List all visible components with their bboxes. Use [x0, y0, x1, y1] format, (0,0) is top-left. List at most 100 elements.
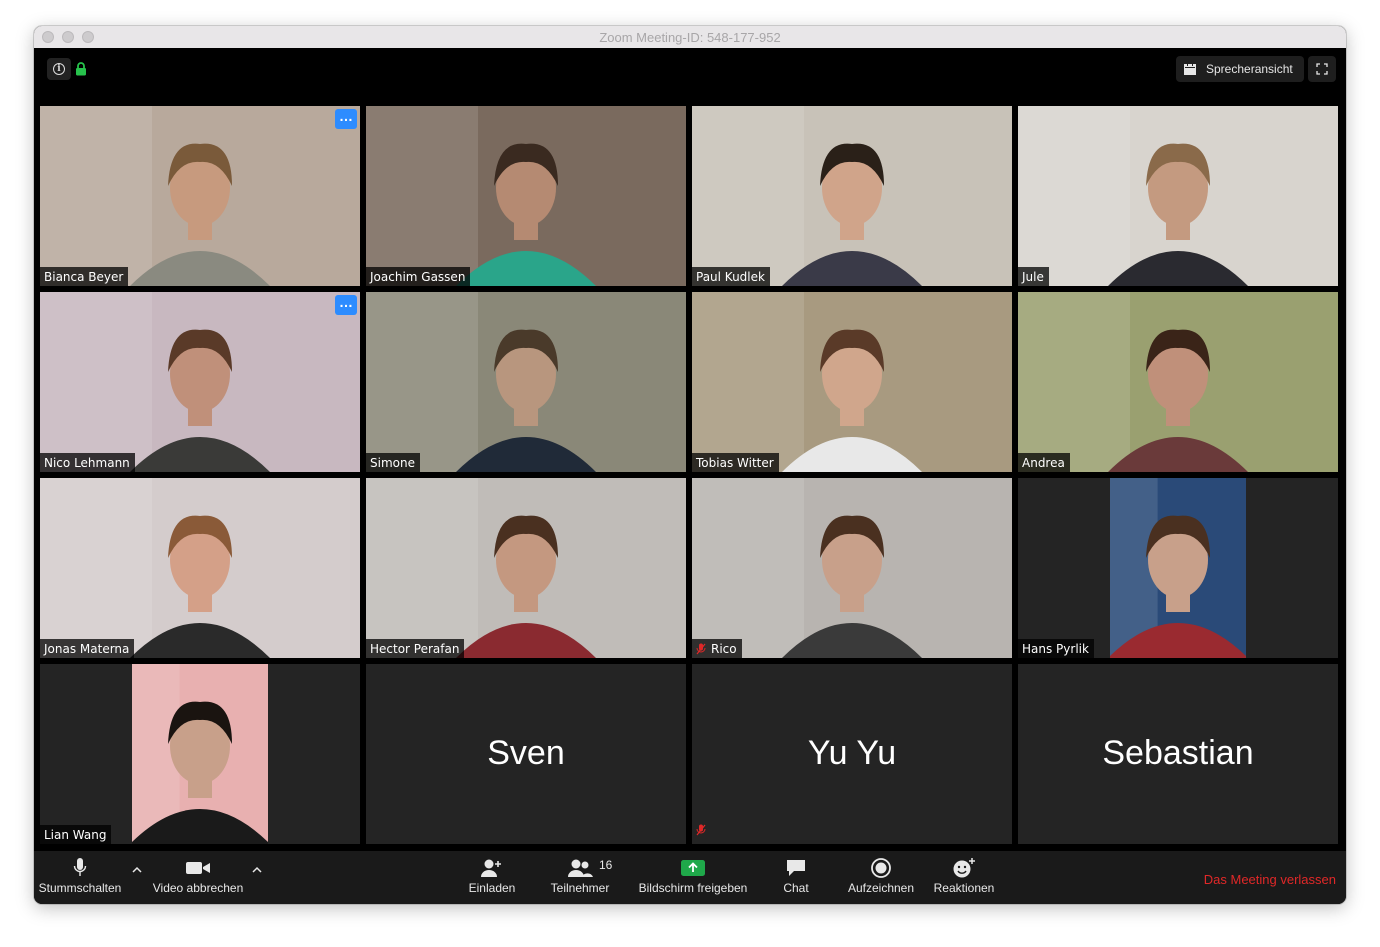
- participant-tile[interactable]: Simone: [366, 292, 686, 472]
- meeting-toolbar: Stummschalten Video abbrechen Einladen T…: [34, 851, 1346, 904]
- participants-count: 16: [599, 858, 613, 872]
- zoom-window: Zoom Meeting-ID: 548-177-952 i Sprechera…: [34, 26, 1346, 904]
- title-bar: Zoom Meeting-ID: 548-177-952: [34, 26, 1346, 49]
- participant-tile[interactable]: Rico: [692, 478, 1012, 658]
- record-button[interactable]: Aufzeichnen: [844, 855, 918, 895]
- chat-label: Chat: [783, 881, 809, 895]
- participant-name: Nico Lehmann: [44, 456, 130, 470]
- video-camera-icon: [186, 862, 210, 874]
- participant-name-label: Hector Perafan: [366, 639, 465, 658]
- share-screen-button[interactable]: Bildschirm freigeben: [634, 855, 752, 895]
- muted-microphone-icon: [696, 823, 706, 841]
- meeting-topbar: i Sprecheransicht: [34, 48, 1346, 106]
- stop-video-label: Video abbrechen: [152, 881, 244, 895]
- participant-tile[interactable]: Joachim Gassen: [366, 106, 686, 286]
- participant-name-label: Andrea: [1018, 453, 1070, 472]
- participant-name: Joachim Gassen: [370, 270, 466, 284]
- smiley-add-icon: [953, 858, 975, 878]
- participant-name: Lian Wang: [44, 828, 107, 842]
- participant-tile[interactable]: Andrea: [1018, 292, 1338, 472]
- participant-name-label: Lian Wang: [40, 825, 112, 844]
- leave-meeting-button[interactable]: Das Meeting verlassen: [1204, 872, 1336, 887]
- participant-tile[interactable]: Hans Pyrlik: [1018, 478, 1338, 658]
- participant-name: Rico: [711, 642, 737, 656]
- participant-display-name: Sebastian: [1102, 734, 1254, 772]
- participant-tile[interactable]: Yu Yu: [692, 664, 1012, 844]
- participant-video: [130, 664, 270, 844]
- participant-video: [692, 478, 1012, 658]
- participants-label: Teilnehmer: [550, 881, 610, 895]
- record-icon: [871, 858, 891, 878]
- participant-name-label: Bianca Beyer: [40, 267, 129, 286]
- grid-view-icon: [1184, 63, 1196, 75]
- meeting-info-button[interactable]: i: [47, 58, 71, 80]
- muted-microphone-icon: [696, 643, 706, 655]
- participant-name: Andrea: [1022, 456, 1065, 470]
- participant-tile[interactable]: Jule: [1018, 106, 1338, 286]
- participant-name-label: Jule: [1018, 267, 1049, 286]
- share-screen-label: Bildschirm freigeben: [638, 881, 748, 895]
- add-person-icon: [481, 859, 501, 877]
- participant-name: Tobias Witter: [696, 456, 774, 470]
- participant-name-label: Paul Kudlek: [692, 267, 770, 286]
- participant-name-label: Joachim Gassen: [366, 267, 471, 286]
- participant-display-name: Sven: [487, 734, 565, 772]
- participant-video: [692, 292, 1012, 472]
- mute-label: Stummschalten: [38, 881, 122, 895]
- invite-button[interactable]: Einladen: [464, 855, 520, 895]
- participant-name-label: Rico: [692, 639, 742, 658]
- stop-video-button[interactable]: Video abbrechen: [150, 855, 246, 895]
- record-label: Aufzeichnen: [847, 881, 915, 895]
- participant-video: [366, 478, 686, 658]
- participant-tile[interactable]: Paul Kudlek: [692, 106, 1012, 286]
- fullscreen-button[interactable]: [1308, 56, 1336, 82]
- participant-tile[interactable]: Lian Wang: [40, 664, 360, 844]
- participant-name: Paul Kudlek: [696, 270, 765, 284]
- participant-name: Hector Perafan: [370, 642, 460, 656]
- more-options-icon[interactable]: …: [335, 109, 357, 129]
- participant-name-label: Nico Lehmann: [40, 453, 135, 472]
- participant-video: [1018, 292, 1338, 472]
- participant-video: [366, 106, 686, 286]
- encryption-lock-icon[interactable]: [74, 60, 88, 78]
- info-icon: i: [53, 63, 65, 75]
- share-screen-icon: [681, 860, 705, 876]
- participant-name: Simone: [370, 456, 415, 470]
- participants-icon: [568, 859, 593, 877]
- participant-video: [40, 106, 360, 286]
- participant-display-name: Yu Yu: [807, 734, 897, 772]
- participant-tile[interactable]: Tobias Witter: [692, 292, 1012, 472]
- participant-tile[interactable]: Nico Lehmann …: [40, 292, 360, 472]
- participant-tile[interactable]: Bianca Beyer …: [40, 106, 360, 286]
- reactions-label: Reaktionen: [933, 881, 995, 895]
- participant-video: [40, 478, 360, 658]
- participant-video: [692, 106, 1012, 286]
- participant-tile[interactable]: Sebastian: [1018, 664, 1338, 844]
- speaker-view-label: Sprecheransicht: [1206, 62, 1293, 76]
- invite-label: Einladen: [468, 881, 516, 895]
- participant-name: Jonas Materna: [44, 642, 130, 656]
- window-title: Zoom Meeting-ID: 548-177-952: [599, 30, 781, 45]
- participant-video: [1018, 106, 1338, 286]
- participant-video: [40, 292, 360, 472]
- audio-options-chevron-up-icon[interactable]: [130, 863, 144, 877]
- more-options-icon[interactable]: …: [335, 295, 357, 315]
- microphone-icon: [73, 858, 87, 876]
- chat-button[interactable]: Chat: [778, 855, 814, 895]
- reactions-button[interactable]: Reaktionen: [930, 855, 998, 895]
- participant-name: Hans Pyrlik: [1022, 642, 1089, 656]
- participant-name-label: Jonas Materna: [40, 639, 135, 658]
- participant-video: [1108, 478, 1248, 658]
- video-options-chevron-up-icon[interactable]: [250, 863, 264, 877]
- participant-name: Jule: [1022, 270, 1044, 284]
- participant-tile[interactable]: Sven: [366, 664, 686, 844]
- participant-tile[interactable]: Hector Perafan: [366, 478, 686, 658]
- mute-button[interactable]: Stummschalten: [38, 855, 122, 895]
- chat-bubble-icon: [787, 860, 805, 876]
- speaker-view-button[interactable]: Sprecheransicht: [1176, 56, 1304, 82]
- participant-tile[interactable]: Jonas Materna: [40, 478, 360, 658]
- fullscreen-icon: [1316, 63, 1328, 75]
- participant-video: [366, 292, 686, 472]
- participant-name: Bianca Beyer: [44, 270, 124, 284]
- participant-name-label: Hans Pyrlik: [1018, 639, 1094, 658]
